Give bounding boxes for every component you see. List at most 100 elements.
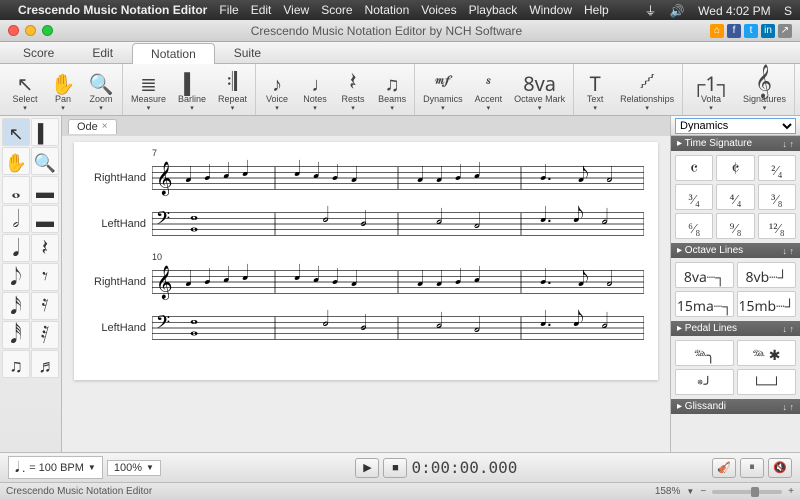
document-tab[interactable]: Ode × [68,119,117,134]
menu-playback[interactable]: Playback [469,3,518,17]
inspector-item[interactable]: ⁴⁄₄ [716,184,754,210]
inspector-dropdown[interactable]: Dynamics [675,118,796,134]
minimize-window-button[interactable] [25,25,36,36]
share-icon[interactable]: ↗ [778,24,792,38]
inspector-item[interactable]: ³⁄₈ [758,184,796,210]
menu-edit[interactable]: Edit [251,3,272,17]
clock[interactable]: Wed 4:02 PM [698,4,770,18]
toolbar-select-button[interactable]: ↖Select▾ [6,67,44,113]
toolbar-octave-mark-button[interactable]: 8vaOctave Mark▾ [508,67,571,113]
palette-tool[interactable]: 𝅗𝅥 [2,205,30,233]
inspector-section-header[interactable]: ▸ Octave Lines↓ ↑ [671,243,800,258]
tab-notation[interactable]: Notation [132,43,215,64]
inspector-item[interactable]: ⁹⁄₈ [716,213,754,239]
inspector-item[interactable]: 8vb┈┘ [737,262,796,288]
inspector-item[interactable]: 𝆯╯ [675,369,734,395]
section-arrows-icon[interactable]: ↓ ↑ [782,246,794,256]
section-arrows-icon[interactable]: ↓ ↑ [782,139,794,149]
zoom-window-button[interactable] [42,25,53,36]
toolbar-measure-button[interactable]: ≣Measure▾ [125,67,172,113]
inspector-item[interactable]: ²⁄₄ [758,155,796,181]
palette-tool[interactable]: ↖ [2,118,30,146]
toolbar-relationships-button[interactable]: 𝆱Relationships▾ [614,67,680,113]
palette-tool[interactable]: ♫ [2,350,30,378]
palette-tool[interactable]: 𝄽 [31,234,59,262]
section-arrows-icon[interactable]: ↓ ↑ [782,324,794,334]
tab-score[interactable]: Score [4,42,73,63]
instrument-button[interactable]: 🎻 [712,458,736,478]
inspector-item[interactable]: ³⁄₄ [675,184,713,210]
stop-button[interactable]: ■ [383,458,407,478]
close-window-button[interactable] [8,25,19,36]
play-button[interactable]: ▶ [355,458,379,478]
palette-tool[interactable]: 𝄾 [31,263,59,291]
inspector-item[interactable]: 15mb┈┘ [737,291,796,317]
palette-tool[interactable]: ▍ [31,118,59,146]
palette-tool[interactable]: 𝅝 [2,176,30,204]
volume-button[interactable]: 🔇 [768,458,792,478]
wifi-icon[interactable]: ⏚ [645,4,657,18]
toolbar-repeat-button[interactable]: 𝄇Repeat▾ [212,67,253,113]
inspector-section-header[interactable]: ▸ Glissandi↓ ↑ [671,399,800,414]
palette-tool[interactable]: 🔍 [31,147,59,175]
palette-tool[interactable]: ♬ [31,350,59,378]
inspector-item[interactable]: 𝄵 [716,155,754,181]
inspector-item[interactable]: 𝄴 [675,155,713,181]
palette-tool[interactable]: 𝅀 [31,321,59,349]
menu-notation[interactable]: Notation [365,3,410,17]
menu-file[interactable]: File [219,3,238,17]
inspector-item[interactable]: ⁶⁄₈ [675,213,713,239]
palette-tool[interactable]: 𝅘𝅥𝅰 [2,321,30,349]
zoom-in-icon[interactable]: + [788,486,794,497]
zoom-control[interactable]: 158% ▼ − + [655,486,794,497]
menu-view[interactable]: View [283,3,309,17]
app-name[interactable]: Crescendo Music Notation Editor [18,3,207,17]
inspector-category-select[interactable]: Dynamics [671,116,800,136]
palette-tool[interactable]: 𝅘𝅥𝅮 [2,263,30,291]
menu-score[interactable]: Score [321,3,352,17]
staff[interactable]: 10𝄞𝅘𝅥𝅘𝅥𝅘𝅥𝅘𝅥𝅘𝅥𝅘𝅥𝅘𝅥𝅘𝅥𝅘𝅥𝅘𝅥𝅘𝅥𝅘𝅥𝅘𝅥.𝅘𝅥𝅮𝅗𝅥 [152,262,644,302]
twitter-icon[interactable]: t [744,24,758,38]
section-arrows-icon[interactable]: ↓ ↑ [782,402,794,412]
zoom-selector[interactable]: 100% ▼ [107,460,161,476]
palette-tool[interactable]: 𝅘𝅥𝅯 [2,292,30,320]
home-icon[interactable]: ⌂ [710,24,724,38]
toolbar-dynamics-button[interactable]: 𝆐𝆑Dynamics▾ [417,67,469,113]
toolbar-rests-button[interactable]: 𝄽Rests▾ [334,67,372,113]
toolbar-volta-button[interactable]: ┌1┐Volta▾ [685,67,737,113]
palette-tool[interactable]: 𝄿 [31,292,59,320]
inspector-item[interactable]: 15ma┈┐ [675,291,734,317]
toolbar-barline-button[interactable]: ▍Barline▾ [172,67,212,113]
menu-window[interactable]: Window [529,3,572,17]
toolbar-pan-button[interactable]: ✋Pan▾ [44,67,82,113]
inspector-item[interactable]: 𝆮╮ [675,340,734,366]
menu-help[interactable]: Help [584,3,609,17]
toolbar-voice-button[interactable]: ♪Voice▾ [258,67,296,113]
toolbar-text-button[interactable]: TText▾ [576,67,614,113]
inspector-item[interactable]: ¹²⁄₈ [758,213,796,239]
toolbar-zoom-button[interactable]: 🔍Zoom▾ [82,67,120,113]
tab-suite[interactable]: Suite [215,42,280,63]
toolbar-notes-button[interactable]: ♩Notes▾ [296,67,334,113]
inspector-item[interactable]: 𝆮 ✱ [737,340,796,366]
inspector-item[interactable]: 8va┈┐ [675,262,734,288]
tempo-selector[interactable]: 𝅘𝅥 . = 100 BPM ▼ [8,456,103,479]
linkedin-icon[interactable]: in [761,24,775,38]
close-tab-icon[interactable]: × [102,121,108,132]
volume-icon[interactable]: 🔊 [670,4,685,18]
staff[interactable]: 𝄢𝅝𝅝𝅗𝅥𝅗𝅥𝅗𝅥𝅗𝅥𝅘𝅥.𝅘𝅥𝅮𝅗𝅥 [152,308,644,348]
tab-edit[interactable]: Edit [73,42,132,63]
mixer-button[interactable]: ⏸ [740,458,764,478]
staff[interactable]: 𝄢𝅝𝅝𝅗𝅥𝅗𝅥𝅗𝅥𝅗𝅥𝅘𝅥.𝅘𝅥𝅮𝅗𝅥 [152,204,644,244]
staff[interactable]: 7𝄞𝅘𝅥𝅘𝅥𝅘𝅥𝅘𝅥𝅘𝅥𝅘𝅥𝅘𝅥𝅘𝅥𝅘𝅥𝅘𝅥𝅘𝅥𝅘𝅥𝅘𝅥.𝅘𝅥𝅮𝅗𝅥 [152,158,644,198]
inspector-section-header[interactable]: ▸ Pedal Lines↓ ↑ [671,321,800,336]
inspector-item[interactable]: └─┘ [737,369,796,395]
toolbar-beams-button[interactable]: ♫Beams▾ [372,67,412,113]
menu-voices[interactable]: Voices [421,3,456,17]
inspector-section-header[interactable]: ▸ Time Signature↓ ↑ [671,136,800,151]
toolbar-accent-button[interactable]: 𝆍Accent▾ [469,67,509,113]
user-menu[interactable]: S [784,4,792,18]
zoom-slider[interactable] [712,490,782,494]
toolbar-signatures-button[interactable]: 𝄞Signatures▾ [737,67,792,113]
facebook-icon[interactable]: f [727,24,741,38]
